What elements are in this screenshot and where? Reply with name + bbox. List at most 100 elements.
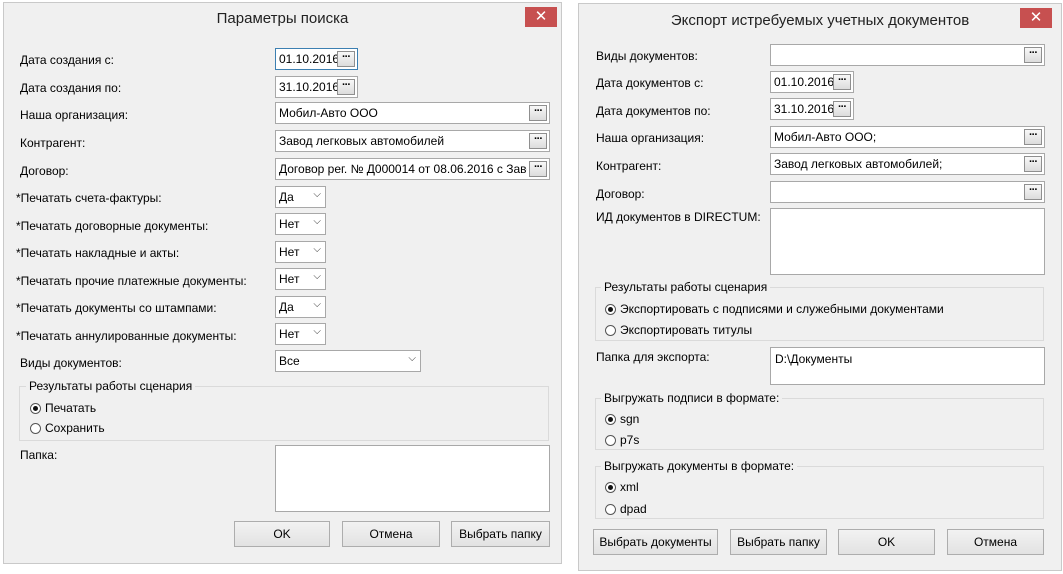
ok-button[interactable]: OK bbox=[838, 529, 935, 555]
radio-print[interactable]: Печатать bbox=[30, 401, 96, 415]
date-from-label: Дата создания с: bbox=[20, 53, 114, 67]
print-invoices-label: *Печатать счета-фактуры: bbox=[16, 191, 162, 205]
ellipsis-icon: ··· bbox=[534, 105, 543, 117]
radio-docs-xml[interactable]: xml bbox=[605, 480, 639, 494]
radio-selected-icon bbox=[605, 482, 616, 493]
radio-export-titles[interactable]: Экспортировать титулы bbox=[605, 323, 752, 337]
radio-unselected-icon bbox=[605, 504, 616, 515]
print-waybills-label: *Печатать накладные и акты: bbox=[16, 246, 180, 260]
date-to-label: Дата документов по: bbox=[596, 104, 711, 118]
contract-select-button[interactable]: ··· bbox=[529, 161, 547, 177]
ok-button[interactable]: OK bbox=[234, 521, 330, 547]
doc-types-label: Виды документов: bbox=[596, 49, 698, 63]
counterparty-field[interactable]: Завод легковых автомобилей; ··· bbox=[770, 153, 1045, 175]
print-payment-docs-select[interactable]: Нет ⌵ bbox=[275, 268, 326, 290]
doc-types-field[interactable]: ··· bbox=[770, 44, 1045, 66]
print-contract-docs-label: *Печатать договорные документы: bbox=[16, 219, 209, 233]
choose-folder-button[interactable]: Выбрать папку bbox=[730, 529, 827, 555]
document-format-group: Выгружать документы в формате: xml dpad bbox=[595, 459, 1044, 519]
org-select-button[interactable]: ··· bbox=[1024, 129, 1042, 145]
contract-field[interactable]: ··· bbox=[770, 181, 1045, 203]
radio-sig-p7s[interactable]: p7s bbox=[605, 433, 639, 447]
chevron-down-icon: ⌵ bbox=[408, 353, 416, 364]
radio-unselected-icon bbox=[30, 423, 41, 434]
print-contract-docs-select[interactable]: Нет ⌵ bbox=[275, 213, 326, 235]
title-bar: Параметры поиска ✕ bbox=[4, 3, 561, 35]
close-button[interactable]: ✕ bbox=[1020, 8, 1052, 28]
choose-documents-button[interactable]: Выбрать документы bbox=[593, 529, 718, 555]
results-group-title: Результаты работы сценария bbox=[26, 379, 196, 393]
directum-ids-label: ИД документов в DIRECTUM: bbox=[596, 210, 761, 224]
dialog-title: Экспорт истребуемых учетных документов bbox=[670, 12, 970, 29]
ellipsis-icon: ··· bbox=[838, 74, 847, 86]
folder-label: Папка: bbox=[20, 448, 58, 462]
cancel-button[interactable]: Отмена bbox=[342, 521, 440, 547]
date-to-field[interactable]: 31.10.2016 ··· bbox=[275, 76, 358, 98]
radio-unselected-icon bbox=[605, 435, 616, 446]
ellipsis-icon: ··· bbox=[1029, 129, 1038, 141]
date-to-picker-button[interactable]: ··· bbox=[833, 101, 851, 117]
org-label: Наша организация: bbox=[20, 108, 129, 122]
counterparty-label: Контрагент: bbox=[20, 136, 86, 150]
counterparty-field[interactable]: Завод легковых автомобилей ··· bbox=[275, 130, 550, 152]
org-label: Наша организация: bbox=[596, 131, 705, 145]
folder-field[interactable] bbox=[275, 445, 550, 512]
dialog-title: Параметры поиска bbox=[216, 10, 349, 27]
date-from-field[interactable]: 01.10.2016 ··· bbox=[770, 71, 854, 93]
radio-selected-icon bbox=[30, 403, 41, 414]
print-cancelled-label: *Печатать аннулированные документы: bbox=[16, 329, 237, 343]
export-documents-dialog: Экспорт истребуемых учетных документов ✕… bbox=[578, 3, 1062, 571]
results-group-title: Результаты работы сценария bbox=[601, 280, 771, 294]
search-params-dialog: Параметры поиска ✕ Дата создания с: 01.1… bbox=[3, 2, 562, 564]
results-group: Результаты работы сценария Экспортироват… bbox=[595, 280, 1044, 341]
cancel-button[interactable]: Отмена bbox=[947, 529, 1044, 555]
export-folder-field[interactable]: D:\Документы bbox=[770, 347, 1045, 385]
print-waybills-select[interactable]: Нет ⌵ bbox=[275, 241, 326, 263]
signature-format-group: Выгружать подписи в формате: sgn p7s bbox=[595, 391, 1044, 450]
close-icon: ✕ bbox=[534, 8, 548, 25]
print-invoices-select[interactable]: Да ⌵ bbox=[275, 186, 326, 208]
radio-export-with-signatures[interactable]: Экспортировать с подписями и служебными … bbox=[605, 302, 944, 316]
close-button[interactable]: ✕ bbox=[525, 7, 557, 27]
counterparty-label: Контрагент: bbox=[596, 159, 662, 173]
date-to-picker-button[interactable]: ··· bbox=[337, 79, 355, 95]
signature-format-title: Выгружать подписи в формате: bbox=[601, 391, 783, 405]
chevron-down-icon: ⌵ bbox=[313, 271, 321, 282]
print-stamped-select[interactable]: Да ⌵ bbox=[275, 296, 326, 318]
radio-save[interactable]: Сохранить bbox=[30, 421, 105, 435]
date-from-picker-button[interactable]: ··· bbox=[833, 74, 851, 90]
counterparty-select-button[interactable]: ··· bbox=[1024, 156, 1042, 172]
ellipsis-icon: ··· bbox=[534, 133, 543, 145]
title-bar: Экспорт истребуемых учетных документов ✕ bbox=[579, 4, 1061, 36]
ellipsis-icon: ··· bbox=[1029, 184, 1038, 196]
contract-label: Договор: bbox=[20, 164, 69, 178]
doc-types-label: Виды документов: bbox=[20, 356, 122, 370]
counterparty-select-button[interactable]: ··· bbox=[529, 133, 547, 149]
chevron-down-icon: ⌵ bbox=[313, 244, 321, 255]
ellipsis-icon: ··· bbox=[534, 161, 543, 173]
ellipsis-icon: ··· bbox=[1029, 156, 1038, 168]
ellipsis-icon: ··· bbox=[1029, 47, 1038, 59]
date-to-field[interactable]: 31.10.2016 ··· bbox=[770, 98, 854, 120]
radio-docs-dpad[interactable]: dpad bbox=[605, 502, 647, 516]
doc-types-select[interactable]: Все ⌵ bbox=[275, 350, 421, 372]
chevron-down-icon: ⌵ bbox=[313, 216, 321, 227]
contract-select-button[interactable]: ··· bbox=[1024, 184, 1042, 200]
org-field[interactable]: Мобил-Авто ООО; ··· bbox=[770, 126, 1045, 148]
print-stamped-label: *Печатать документы со штампами: bbox=[16, 301, 217, 315]
contract-label: Договор: bbox=[596, 187, 645, 201]
radio-sig-sgn[interactable]: sgn bbox=[605, 412, 639, 426]
directum-ids-field[interactable] bbox=[770, 208, 1045, 275]
date-from-label: Дата документов с: bbox=[596, 76, 704, 90]
print-payment-docs-label: *Печатать прочие платежные документы: bbox=[16, 274, 247, 288]
date-from-picker-button[interactable]: ··· bbox=[337, 51, 355, 67]
org-field[interactable]: Мобил-Авто ООО ··· bbox=[275, 102, 550, 124]
ellipsis-icon: ··· bbox=[838, 101, 847, 113]
date-from-field[interactable]: 01.10.2016 ··· bbox=[275, 48, 358, 70]
contract-field[interactable]: Договор рег. № Д000014 от 08.06.2016 с З… bbox=[275, 158, 550, 180]
org-select-button[interactable]: ··· bbox=[529, 105, 547, 121]
print-cancelled-select[interactable]: Нет ⌵ bbox=[275, 323, 326, 345]
ellipsis-icon: ··· bbox=[342, 51, 351, 63]
choose-folder-button[interactable]: Выбрать папку bbox=[451, 521, 550, 547]
doc-types-select-button[interactable]: ··· bbox=[1024, 47, 1042, 63]
